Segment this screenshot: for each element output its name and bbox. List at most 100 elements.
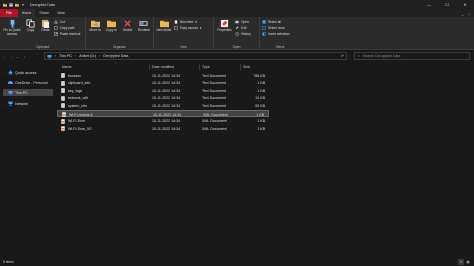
file-name-cell: Wi-Fi-Som_5G (61, 125, 92, 132)
file-name: Wi-Fi-Som_5G (68, 126, 92, 131)
open-button[interactable]: Open (235, 19, 251, 24)
search-icon: ⌕ (358, 54, 361, 58)
forward-arrow-icon[interactable]: → (7, 54, 14, 59)
select-all-button[interactable]: Select all (262, 19, 289, 24)
shortcut-icon (54, 31, 58, 36)
pc-icon (47, 54, 52, 58)
copy-path-button[interactable]: Copy path (54, 25, 80, 30)
nav-item-onedrive[interactable]: › OneDrive - Personal (3, 79, 53, 86)
tab-home[interactable]: Home (17, 9, 36, 17)
select-group-label: Select (275, 45, 285, 49)
file-size: 1 KB (257, 81, 265, 86)
file-row[interactable]: browser 10-11-2022 14:34 Text Document 786 … (57, 72, 269, 79)
invert-selection-icon (262, 31, 266, 36)
star-icon (8, 70, 13, 75)
nav-label: Quick access (15, 70, 37, 75)
close-button[interactable]: ✕ (456, 0, 474, 9)
scissors-icon (54, 19, 58, 24)
ribbon-tabs: File Home Share View ⌄ ? (0, 9, 474, 17)
paste-shortcut-button[interactable]: Paste shortcut (54, 31, 80, 36)
chevron-right-icon: › (5, 70, 6, 75)
new-item-icon (174, 19, 178, 24)
file-row[interactable]: Wi-Fi-Som 10-11-2022 14:34 XML Document 1 K… (57, 118, 269, 125)
properties-icon (220, 19, 229, 28)
column-header-type[interactable]: Type (202, 63, 210, 71)
file-type: Text Document (202, 96, 226, 101)
tab-view[interactable]: View (53, 9, 69, 17)
chevron-right-icon: › (5, 101, 6, 106)
file-type: Text Document (202, 88, 226, 93)
breadcrumb[interactable]: › This PC › Aniket (D:) › Decrypted Data… (44, 52, 347, 60)
new-group-label: New (180, 45, 187, 49)
nav-item-quick-access[interactable]: › Quick access (3, 69, 53, 76)
breadcrumb-drive[interactable]: Aniket (D:) (79, 54, 96, 58)
refresh-icon[interactable]: ⟳ (341, 54, 344, 58)
file-type: XML Document (202, 119, 227, 124)
invert-selection-button[interactable]: Invert selection (262, 31, 289, 36)
paste-shortcut-label: Paste shortcut (60, 31, 81, 36)
copy-label: Copy (26, 28, 35, 32)
file-row[interactable]: network_wifi 10-11-2022 14:34 Text Documen… (57, 95, 269, 102)
nav-item-this-pc[interactable]: › This PC (3, 89, 53, 96)
sort-arrow-icon: ^ (115, 62, 117, 66)
file-name-cell: network_wifi (61, 95, 88, 102)
organize-group: Move to Copy to Delete Rename Organize (86, 17, 154, 50)
paste-icon (41, 19, 50, 28)
breadcrumb-folder[interactable]: Decrypted Data (103, 54, 128, 58)
properties-label: Properties (217, 28, 232, 32)
recent-locations-icon[interactable]: ⌄ (14, 54, 21, 59)
move-to-label: Move to (89, 28, 101, 32)
properties-quick-icon[interactable] (9, 2, 13, 7)
column-header-date[interactable]: Date modified (152, 63, 174, 71)
file-name: system_info (68, 103, 88, 108)
file-row[interactable]: system_info 10-11-2022 14:34 Text Document… (57, 102, 269, 109)
rename-icon (139, 21, 148, 26)
easy-access-button[interactable]: Easy access ▾ (174, 25, 202, 30)
edit-button[interactable]: Edit (235, 25, 251, 30)
delete-label: Delete (123, 28, 133, 32)
minimize-button[interactable]: — (420, 0, 438, 9)
breadcrumb-this-pc[interactable]: This PC (59, 54, 72, 58)
file-row[interactable]: clipboard_info 10-11-2022 14:34 Text Docum… (57, 80, 269, 87)
file-size: 1 KB (257, 88, 265, 93)
text-file-icon (61, 88, 65, 93)
quick-access-dropdown-icon[interactable] (21, 3, 25, 7)
search-input[interactable]: ⌕ Search Decrypted Data (354, 52, 470, 60)
file-name-cell: key_logs (61, 87, 82, 94)
chevron-down-icon: ▾ (195, 19, 197, 24)
file-row[interactable]: Wi-Fi-realme 6 10-11-2022 14:34 XML Docume… (57, 110, 269, 117)
organize-group-label: Organize (113, 45, 126, 49)
column-header-size[interactable]: Size (243, 63, 250, 71)
select-all-icon (262, 19, 266, 24)
history-label: History (241, 31, 251, 36)
nav-item-network[interactable]: › Network (3, 100, 53, 107)
file-date: 10-11-2022 14:34 (152, 81, 181, 86)
column-header-name[interactable]: Name (62, 63, 72, 71)
invert-selection-label: Invert selection (268, 31, 290, 36)
nav-label: OneDrive - Personal (15, 80, 48, 85)
details-view-icon[interactable]: ≡ (458, 259, 464, 265)
file-row[interactable]: Wi-Fi-Som_5G 10-11-2022 14:34 XML Document… (57, 125, 269, 132)
tab-share[interactable]: Share (35, 9, 53, 17)
up-arrow-icon[interactable]: ↑ (21, 54, 28, 59)
new-item-button[interactable]: New item ▾ (174, 19, 202, 24)
new-folder-quick-icon[interactable] (15, 3, 19, 7)
large-icons-view-icon[interactable]: ▦ (465, 259, 471, 265)
maximize-button[interactable]: ☐ (438, 0, 456, 9)
back-arrow-icon[interactable]: ← (0, 54, 7, 59)
chevron-right-icon: › (55, 54, 57, 58)
file-row[interactable]: key_logs 10-11-2022 14:34 Text Document 1 K… (57, 87, 269, 94)
select-none-button[interactable]: Select none (262, 25, 289, 30)
file-type: Text Document (202, 81, 226, 86)
search-placeholder: Search Decrypted Data (363, 54, 401, 58)
history-button[interactable]: History (235, 31, 251, 36)
new-folder-label: New folder (156, 28, 172, 32)
text-file-icon (61, 103, 65, 109)
history-icon (235, 31, 239, 36)
nav-label: Network (15, 101, 29, 106)
cut-button[interactable]: Cut (54, 19, 80, 24)
tab-file[interactable]: File (0, 9, 18, 17)
cut-label: Cut (60, 19, 65, 24)
xml-file-icon (61, 126, 65, 131)
new-item-label: New item (180, 19, 194, 24)
